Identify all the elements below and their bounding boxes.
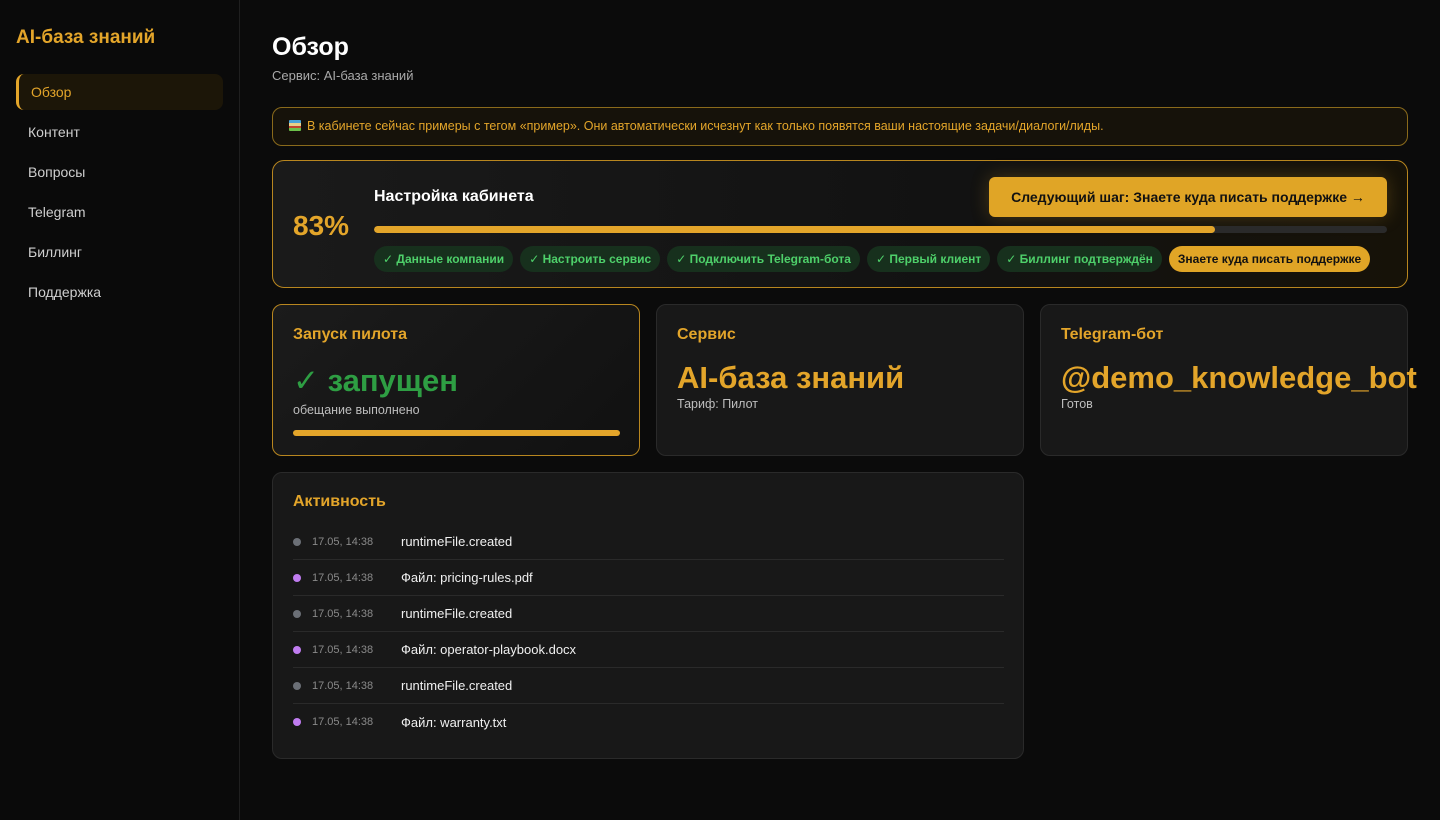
step-chip-first-client[interactable]: ✓ Первый клиент: [866, 246, 991, 272]
page-subtitle: Сервис: AI-база знаний: [272, 68, 414, 83]
pilot-status: ✓ запущен: [293, 363, 458, 398]
step-chip-service[interactable]: ✓ Настроить сервис: [520, 246, 661, 272]
activity-row: 17.05, 14:38 runtimeFile.created: [293, 668, 1004, 704]
activity-text: runtimeFile.created: [401, 606, 513, 621]
step-chip-support[interactable]: Знаете куда писать поддержке: [1168, 246, 1371, 272]
pilot-subtext: обещание выполнено: [293, 403, 420, 417]
activity-panel: Активность 17.05, 14:38 runtimeFile.crea…: [272, 472, 1024, 759]
activity-text: Файл: operator-playbook.docx: [401, 642, 577, 657]
telegram-card: Telegram-бот @demo_knowledge_bot Готов: [1040, 304, 1417, 456]
sidebar-nav: Обзор Контент Вопросы Telegram Биллинг П…: [16, 74, 223, 314]
activity-time: 17.05, 14:38: [312, 607, 374, 620]
activity-text: runtimeFile.created: [401, 678, 513, 693]
page-title: Обзор: [272, 33, 349, 61]
sidebar-item-content[interactable]: Контент: [16, 114, 223, 150]
activity-time: 17.05, 14:38: [312, 535, 374, 548]
service-card-title: Сервис: [677, 326, 736, 343]
brand-title: AI-база знаний: [16, 27, 156, 48]
status-dot-icon: [293, 609, 301, 618]
step-chip-company[interactable]: ✓ Данные компании: [374, 246, 514, 272]
sidebar-item-billing[interactable]: Биллинг: [16, 234, 223, 270]
pilot-progress-fill: [293, 430, 620, 436]
step-chip-telegram[interactable]: ✓ Подключить Telegram-бота: [667, 246, 860, 272]
setup-panel: 83% Настройка кабинета Следующий шаг: Зн…: [272, 160, 1408, 288]
activity-time: 17.05, 14:38: [312, 679, 374, 692]
service-name: AI-база знаний: [677, 360, 905, 395]
service-card: Сервис AI-база знаний Тариф: Пилот: [656, 304, 1024, 456]
activity-text: Файл: warranty.txt: [401, 714, 507, 730]
setup-progress-bar: [374, 226, 1387, 233]
status-dot-icon: [293, 573, 301, 582]
activity-time: 17.05, 14:38: [312, 643, 374, 656]
pilot-card: Запуск пилота ✓ запущен обещание выполне…: [272, 304, 640, 456]
sidebar: AI-база знаний Обзор Контент Вопросы Tel…: [0, 0, 240, 820]
service-plan: Тариф: Пилот: [677, 397, 758, 411]
activity-text: runtimeFile.created: [401, 534, 513, 549]
setup-title: Настройка кабинета: [374, 188, 534, 205]
sidebar-item-overview[interactable]: Обзор: [16, 74, 223, 110]
status-dot-icon: [293, 718, 301, 726]
sidebar-item-support[interactable]: Поддержка: [16, 274, 223, 310]
status-dot-icon: [293, 537, 301, 546]
next-step-button[interactable]: Следующий шаг: Знаете куда писать поддер…: [989, 177, 1387, 217]
telegram-status: Готов: [1061, 397, 1093, 411]
telegram-card-title: Telegram-бот: [1061, 326, 1164, 343]
status-dot-icon: [293, 645, 301, 654]
pilot-card-title: Запуск пилота: [293, 326, 407, 343]
activity-row: 17.05, 14:38 Файл: warranty.txt: [293, 704, 1004, 740]
activity-row: 17.05, 14:38 runtimeFile.created: [293, 596, 1004, 632]
banner-text: В кабинете сейчас примеры с тегом «приме…: [307, 119, 1104, 133]
pilot-progress-bar: [293, 430, 620, 436]
activity-row: 17.05, 14:38 Файл: operator-playbook.doc…: [293, 632, 1004, 668]
demo-banner: В кабинете сейчас примеры с тегом «приме…: [272, 107, 1408, 146]
activity-time: 17.05, 14:38: [312, 716, 374, 728]
setup-steps: ✓ Данные компании ✓ Настроить сервис ✓ П…: [374, 246, 1371, 272]
sidebar-item-questions[interactable]: Вопросы: [16, 154, 223, 190]
sidebar-item-telegram[interactable]: Telegram: [16, 194, 223, 230]
activity-row: 17.05, 14:38 runtimeFile.created: [293, 524, 1004, 560]
activity-title: Активность: [293, 493, 386, 510]
activity-time: 17.05, 14:38: [312, 571, 374, 584]
activity-text: Файл: pricing-rules.pdf: [401, 570, 533, 585]
activity-row: 17.05, 14:38 Файл: pricing-rules.pdf: [293, 560, 1004, 596]
status-dot-icon: [293, 681, 301, 690]
activity-list: 17.05, 14:38 runtimeFile.created 17.05, …: [293, 524, 1004, 740]
telegram-bot-handle: @demo_knowledge_bot: [1061, 360, 1417, 395]
step-chip-billing[interactable]: ✓ Биллинг подтверждён: [997, 246, 1162, 272]
books-icon: [289, 120, 301, 131]
setup-percent: 83%: [293, 210, 350, 241]
setup-progress-fill: [374, 226, 1215, 233]
